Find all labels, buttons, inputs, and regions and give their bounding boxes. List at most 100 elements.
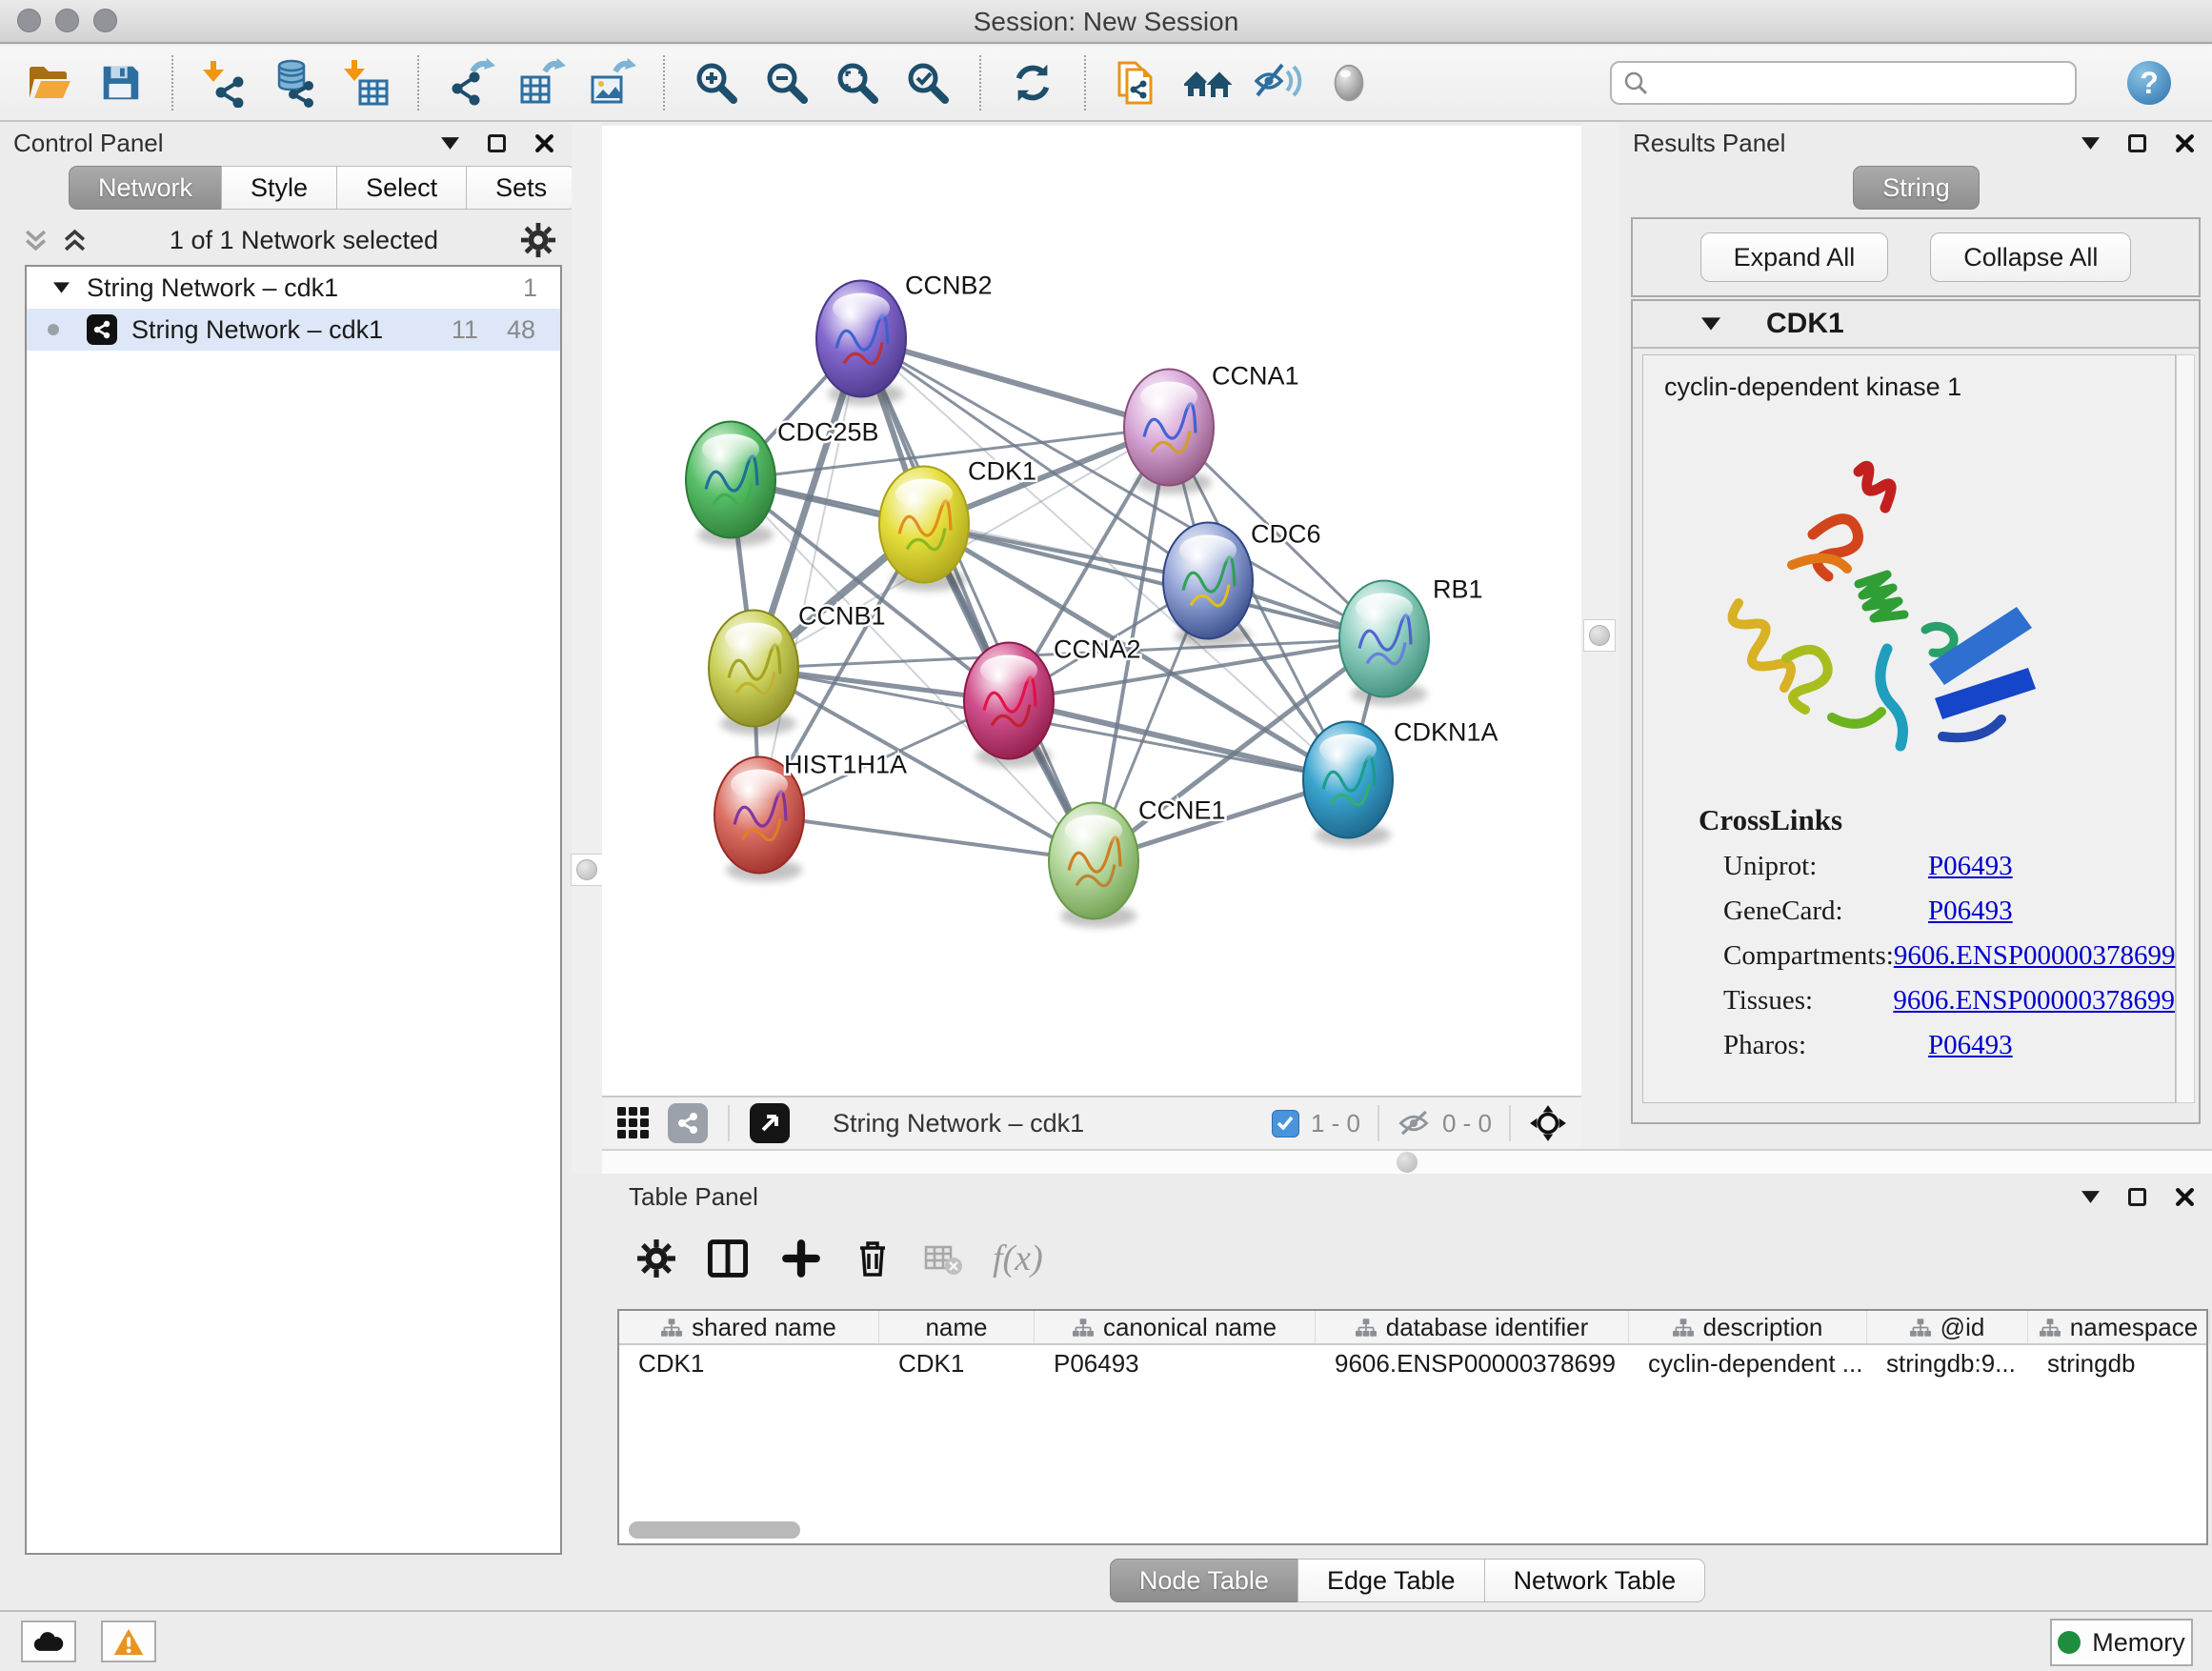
network-options-gear-icon[interactable] — [520, 222, 556, 258]
string-network-graph[interactable]: CCNB2CCNA1CDC25BCDK1CDC6RB1CCNB1CCNA2CDK… — [602, 126, 1581, 1096]
cell-database-identifier[interactable]: 9606.ENSP00000378699 — [1316, 1345, 1629, 1381]
zoom-selected-button[interactable] — [899, 53, 956, 112]
table-hscrollbar-thumb[interactable] — [629, 1521, 800, 1539]
delete-column-icon[interactable] — [852, 1237, 894, 1280]
cloud-status-button[interactable] — [21, 1621, 76, 1662]
node-CCNB2[interactable]: CCNB2 — [816, 272, 993, 406]
import-database-button[interactable] — [267, 53, 324, 112]
show-glass-ball-button[interactable] — [1320, 53, 1377, 112]
zoom-in-button[interactable] — [688, 53, 745, 112]
cell-namespace[interactable]: stringdb — [2028, 1345, 2210, 1381]
crosslink-link[interactable]: P06493 — [1928, 1030, 2013, 1061]
column-header-namespace[interactable]: namespace — [2028, 1311, 2210, 1343]
node-RB1[interactable]: RB1 — [1339, 575, 1483, 706]
results-scrollbar[interactable] — [2176, 354, 2195, 1103]
warnings-button[interactable] — [101, 1621, 156, 1662]
selected-checkbox[interactable] — [1272, 1110, 1299, 1137]
enhance-labels-button[interactable] — [1250, 53, 1307, 112]
panel-menu-icon[interactable] — [441, 137, 459, 150]
cell-@id[interactable]: stringdb:9... — [1867, 1345, 2028, 1381]
node-CDKN1A[interactable]: CDKN1A — [1303, 718, 1498, 847]
column-header-description[interactable]: description — [1629, 1311, 1867, 1343]
node-CCNA1[interactable]: CCNA1 — [1124, 362, 1299, 494]
close-panel-icon[interactable] — [2175, 133, 2195, 153]
show-columns-icon[interactable] — [705, 1236, 751, 1281]
cell-canonical-name[interactable]: P06493 — [1035, 1345, 1316, 1381]
tab-select[interactable]: Select — [336, 166, 467, 210]
node-HIST1H1A[interactable]: HIST1H1A — [714, 751, 907, 882]
cell-name[interactable]: CDK1 — [879, 1345, 1035, 1381]
float-panel-icon[interactable] — [2128, 1188, 2146, 1206]
tab-node-table[interactable]: Node Table — [1110, 1559, 1298, 1602]
horizontal-splitter-handle[interactable] — [1397, 1152, 1418, 1173]
right-splitter-handle[interactable] — [1583, 619, 1616, 652]
column-header-name[interactable]: name — [879, 1311, 1035, 1343]
crosslink-link[interactable]: 9606.ENSP00000378699 — [1894, 940, 2176, 972]
memory-button[interactable]: Memory — [2050, 1619, 2193, 1666]
node-CDC25B[interactable]: CDC25B — [686, 418, 879, 547]
import-network-button[interactable] — [196, 53, 253, 112]
crosslink-link[interactable]: P06493 — [1928, 851, 2013, 882]
close-panel-icon[interactable] — [534, 133, 554, 153]
import-table-button[interactable] — [337, 53, 394, 112]
edge-HIST1H1A-CCNE1[interactable] — [759, 815, 1094, 861]
refresh-view-button[interactable] — [1004, 53, 1061, 112]
tree-expand-icon[interactable] — [53, 282, 70, 293]
center-view-icon[interactable] — [1528, 1103, 1568, 1143]
tab-network[interactable]: Network — [69, 166, 222, 210]
collapse-all-icon[interactable] — [23, 229, 49, 252]
help-button[interactable]: ? — [2124, 58, 2174, 108]
cell-description[interactable]: cyclin-dependent ... — [1629, 1345, 1867, 1381]
table-row[interactable]: CDK1CDK1P064939606.ENSP00000378699cyclin… — [619, 1345, 2206, 1381]
column-header-shared-name[interactable]: shared name — [619, 1311, 879, 1343]
zoom-out-button[interactable] — [758, 53, 815, 112]
tab-string[interactable]: String — [1853, 166, 1980, 210]
table-options-gear-icon[interactable] — [636, 1238, 676, 1278]
search-field[interactable] — [1610, 61, 2077, 105]
entry-header[interactable]: CDK1 — [1633, 301, 2199, 349]
right-splitter[interactable] — [1581, 122, 1619, 1149]
edge-CCNB2-HIST1H1A[interactable] — [759, 339, 861, 815]
horizontal-splitter[interactable] — [602, 1149, 2212, 1174]
edge-CCNB2-CCNA1[interactable] — [861, 339, 1169, 428]
cell-shared-name[interactable]: CDK1 — [619, 1345, 879, 1381]
tab-edge-table[interactable]: Edge Table — [1297, 1559, 1485, 1602]
entry-collapse-icon[interactable] — [1701, 317, 1720, 331]
network-collection-row[interactable]: String Network – cdk1 1 — [27, 267, 560, 309]
export-table-button[interactable] — [513, 53, 570, 112]
crosslink-link[interactable]: P06493 — [1928, 896, 2013, 927]
zoom-fit-button[interactable] — [829, 53, 886, 112]
left-splitter-handle[interactable] — [571, 854, 603, 886]
close-panel-icon[interactable] — [2175, 1187, 2195, 1207]
delete-table-icon[interactable] — [922, 1239, 964, 1278]
float-panel-icon[interactable] — [2128, 134, 2146, 152]
left-splitter[interactable] — [572, 122, 602, 1174]
search-input[interactable] — [1658, 69, 2063, 98]
panel-menu-icon[interactable] — [2081, 1191, 2100, 1203]
network-canvas[interactable]: CCNB2CCNA1CDC25BCDK1CDC6RB1CCNB1CCNA2CDK… — [602, 126, 1581, 1096]
column-header-database-identifier[interactable]: database identifier — [1316, 1311, 1629, 1343]
network-share-icon[interactable] — [667, 1102, 709, 1144]
function-builder-icon[interactable]: f(x) — [993, 1238, 1043, 1279]
edge-CCNA2-CDKN1A[interactable] — [1009, 701, 1348, 780]
tab-sets[interactable]: Sets — [466, 166, 576, 210]
tab-network-table[interactable]: Network Table — [1484, 1559, 1706, 1602]
panel-menu-icon[interactable] — [2081, 137, 2100, 150]
edge-CCNB2-CCNE1[interactable] — [861, 339, 1094, 861]
export-network-button[interactable] — [442, 53, 499, 112]
crosslink-link[interactable]: 9606.ENSP00000378699 — [1893, 985, 2175, 1017]
expand-all-button[interactable]: Expand All — [1700, 232, 1889, 282]
column-header-@id[interactable]: @id — [1867, 1311, 2028, 1343]
tab-style[interactable]: Style — [221, 166, 337, 210]
float-panel-icon[interactable] — [488, 134, 506, 152]
column-header-canonical-name[interactable]: canonical name — [1035, 1311, 1316, 1343]
open-session-button[interactable] — [21, 53, 78, 112]
share-document-button[interactable] — [1109, 53, 1166, 112]
save-session-button[interactable] — [91, 53, 149, 112]
add-column-icon[interactable] — [779, 1237, 823, 1280]
string-home-button[interactable] — [1179, 53, 1237, 112]
expand-all-icon[interactable] — [62, 229, 88, 252]
export-image-button[interactable] — [583, 53, 640, 112]
node-CCNE1[interactable]: CCNE1 — [1049, 796, 1226, 928]
collapse-all-button[interactable]: Collapse All — [1930, 232, 2131, 282]
